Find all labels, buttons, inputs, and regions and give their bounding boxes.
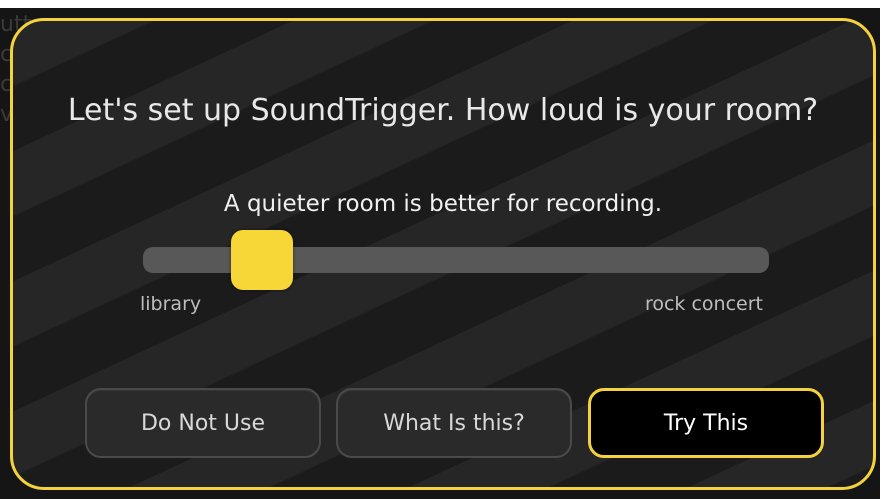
setup-dialog: Let's set up SoundTrigger. How loud is y… (10, 18, 876, 490)
slider-min-label: library (140, 293, 202, 315)
what-is-this-button[interactable]: What Is this? (336, 388, 572, 458)
dialog-subtitle: A quieter room is better for recording. (223, 191, 663, 217)
room-loudness-slider[interactable] (143, 230, 769, 290)
dialog-title: Let's set up SoundTrigger. How loud is y… (67, 93, 819, 128)
slider-thumb[interactable] (230, 230, 293, 290)
try-this-button[interactable]: Try This (588, 388, 824, 458)
slider-max-label: rock concert (644, 293, 763, 315)
do-not-use-button[interactable]: Do Not Use (85, 388, 321, 458)
